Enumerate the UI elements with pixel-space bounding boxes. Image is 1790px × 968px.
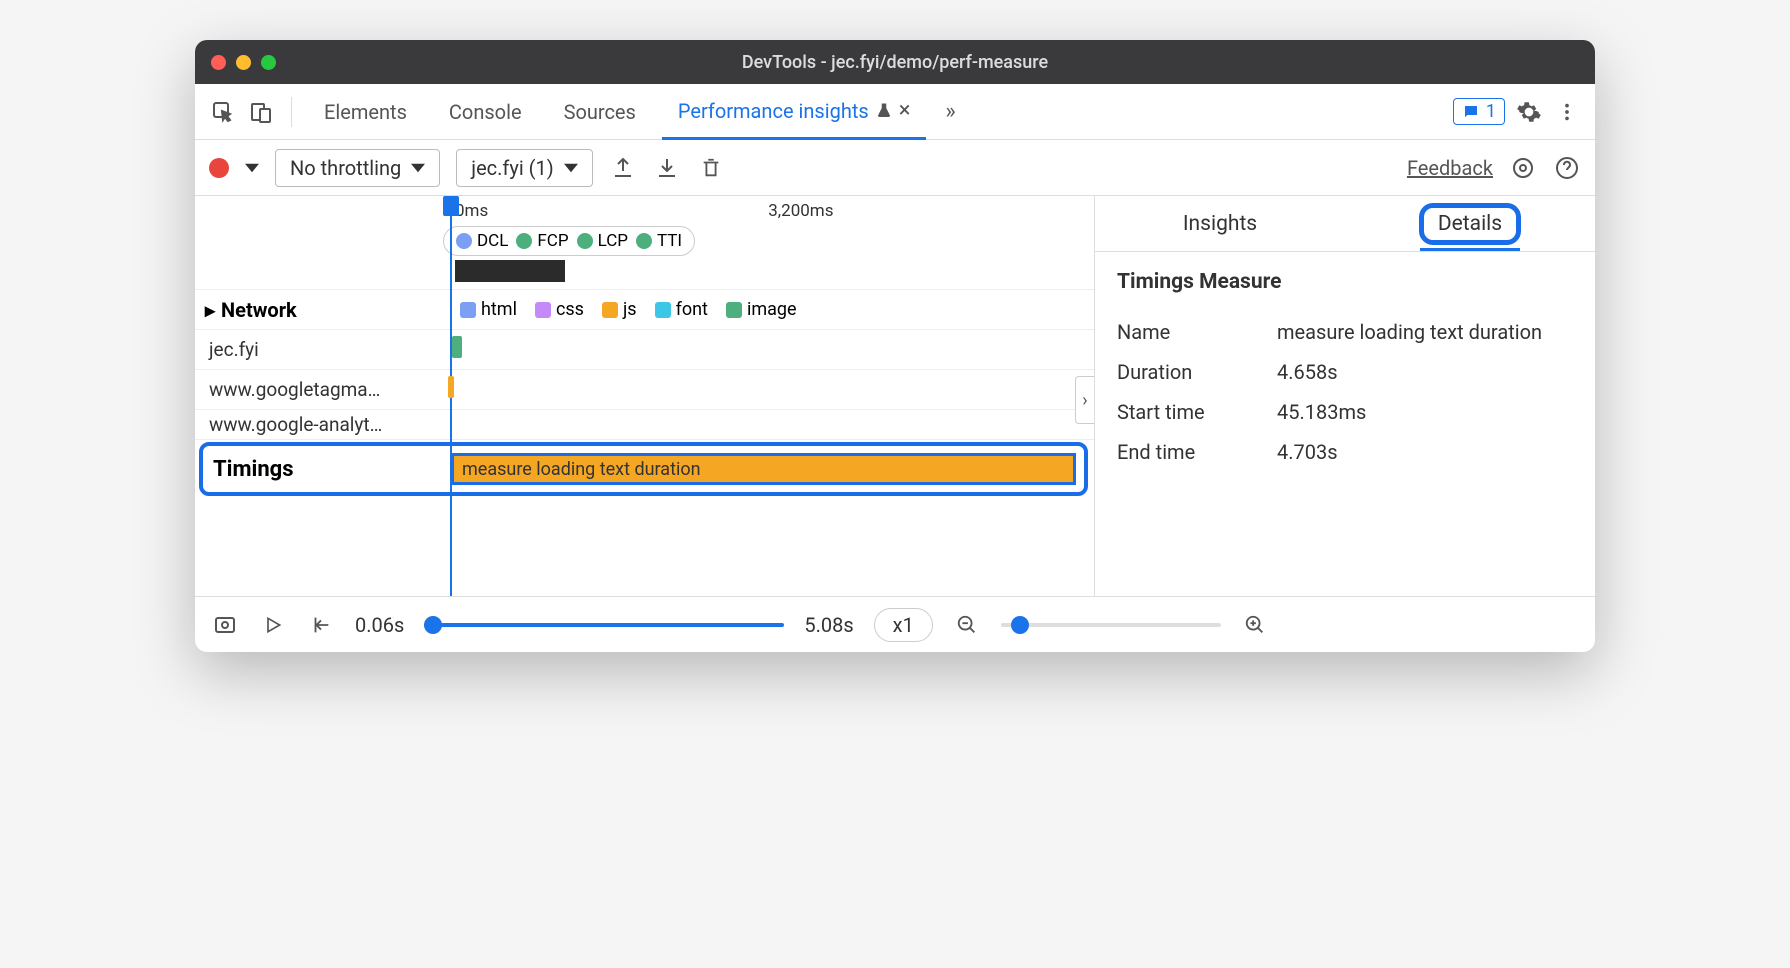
record-button[interactable]	[209, 158, 229, 178]
close-window-button[interactable]	[211, 55, 226, 70]
tab-sources[interactable]: Sources	[548, 84, 652, 140]
metrics-markers: DCL FCP LCP TTI	[443, 226, 695, 256]
timings-track[interactable]: Timings measure loading text duration	[199, 442, 1088, 496]
rewind-button[interactable]	[307, 611, 335, 639]
chevron-down-icon	[411, 161, 425, 175]
time-slider[interactable]	[424, 623, 784, 627]
main-toolbar: Elements Console Sources Performance ins…	[195, 84, 1595, 140]
flask-icon	[875, 102, 893, 120]
slider-thumb[interactable]	[424, 616, 442, 634]
close-tab-icon[interactable]: ×	[899, 98, 911, 123]
separator	[291, 97, 292, 127]
collapse-sidebar-button[interactable]: ›	[1075, 376, 1095, 424]
tab-insights[interactable]: Insights	[1095, 196, 1345, 251]
detail-row-end: End time 4.703s	[1117, 432, 1573, 472]
panel-settings-icon[interactable]	[1509, 154, 1537, 182]
minimize-window-button[interactable]	[236, 55, 251, 70]
playback-footer: 0.06s 5.08s x1	[195, 596, 1595, 652]
time-tick: 0ms	[455, 201, 488, 221]
time-tick: 3,200ms	[768, 201, 833, 221]
tab-performance-insights[interactable]: Performance insights ×	[662, 84, 927, 140]
zoom-slider[interactable]	[1001, 623, 1221, 627]
tab-elements[interactable]: Elements	[308, 84, 423, 140]
request-bar[interactable]	[448, 376, 454, 398]
details-tab-highlight: Details	[1419, 203, 1521, 245]
export-icon[interactable]	[609, 154, 637, 182]
thumbnail-row	[195, 260, 1094, 290]
issues-count: 1	[1486, 101, 1496, 122]
detail-row-name: Name measure loading text duration	[1117, 312, 1573, 352]
network-section-header[interactable]: ▸ Network	[205, 298, 297, 322]
screenshot-thumb	[455, 260, 565, 282]
slider-thumb[interactable]	[1011, 616, 1029, 634]
zoom-in-icon[interactable]	[1241, 611, 1269, 639]
legend-css: css	[535, 299, 584, 320]
host-label: jec.fyi	[203, 338, 448, 361]
time-ruler: 0ms 3,200ms	[195, 196, 1094, 226]
titlebar: DevTools - jec.fyi/demo/perf-measure	[195, 40, 1595, 84]
tab-details[interactable]: Details	[1345, 196, 1595, 251]
timings-section-header: Timings	[203, 457, 451, 482]
legend-js: js	[602, 299, 637, 320]
marker-fcp[interactable]: FCP	[516, 231, 568, 251]
record-options-caret[interactable]	[245, 161, 259, 175]
playback-speed[interactable]: x1	[874, 608, 933, 642]
play-button[interactable]	[259, 611, 287, 639]
kebab-menu-icon[interactable]	[1553, 98, 1581, 126]
details-panel: Insights Details Timings Measure Name me…	[1095, 196, 1595, 596]
legend-image: image	[726, 299, 797, 320]
more-tabs-icon[interactable]: »	[936, 98, 964, 126]
network-host-row[interactable]: www.googletagma…	[195, 370, 1094, 410]
host-label: www.google-analyt…	[203, 413, 448, 436]
inspect-element-icon[interactable]	[209, 98, 237, 126]
chevron-down-icon	[564, 161, 578, 175]
feedback-link[interactable]: Feedback	[1407, 156, 1493, 180]
window-title: DevTools - jec.fyi/demo/perf-measure	[742, 52, 1048, 73]
details-body: Timings Measure Name measure loading tex…	[1095, 252, 1595, 490]
detail-value: measure loading text duration	[1277, 320, 1542, 344]
detail-value: 45.183ms	[1277, 400, 1366, 424]
time-start-label: 0.06s	[355, 613, 404, 637]
time-end-label: 5.08s	[804, 613, 853, 637]
device-toolbar-icon[interactable]	[247, 98, 275, 126]
recording-value: jec.fyi (1)	[471, 156, 553, 180]
import-icon[interactable]	[653, 154, 681, 182]
detail-value: 4.658s	[1277, 360, 1338, 384]
traffic-lights	[211, 55, 276, 70]
main-area: 0ms 3,200ms DCL FCP LCP TTI ▸ Network ht…	[195, 196, 1595, 596]
network-host-row[interactable]: www.google-analyt…	[195, 410, 1094, 440]
marker-tti[interactable]: TTI	[636, 231, 682, 251]
marker-lcp[interactable]: LCP	[577, 231, 628, 251]
maximize-window-button[interactable]	[261, 55, 276, 70]
perf-toolbar: No throttling jec.fyi (1) Feedback	[195, 140, 1595, 196]
detail-value: 4.703s	[1277, 440, 1338, 464]
right-tabs: Insights Details	[1095, 196, 1595, 252]
zoom-out-icon[interactable]	[953, 611, 981, 639]
detail-row-start: Start time 45.183ms	[1117, 392, 1573, 432]
network-legend-row: ▸ Network html css js font image	[195, 290, 1094, 330]
timing-measure-bar[interactable]: measure loading text duration	[451, 453, 1076, 485]
details-section-title: Timings Measure	[1117, 270, 1573, 294]
issues-badge[interactable]: 1	[1453, 98, 1505, 125]
chat-icon	[1462, 103, 1480, 121]
throttling-value: No throttling	[290, 156, 401, 180]
detail-row-duration: Duration 4.658s	[1117, 352, 1573, 392]
tab-label: Performance insights	[678, 99, 869, 123]
legend-html: html	[460, 299, 517, 320]
legend-font: font	[655, 299, 708, 320]
timeline-panel[interactable]: 0ms 3,200ms DCL FCP LCP TTI ▸ Network ht…	[195, 196, 1095, 596]
marker-dcl[interactable]: DCL	[456, 231, 508, 251]
request-bar[interactable]	[452, 336, 462, 358]
recording-select[interactable]: jec.fyi (1)	[456, 149, 592, 187]
tab-console[interactable]: Console	[433, 84, 538, 140]
host-label: www.googletagma…	[203, 378, 448, 401]
help-icon[interactable]	[1553, 154, 1581, 182]
toggle-visibility-icon[interactable]	[211, 611, 239, 639]
settings-gear-icon[interactable]	[1515, 98, 1543, 126]
throttling-select[interactable]: No throttling	[275, 149, 440, 187]
delete-icon[interactable]	[697, 154, 725, 182]
network-host-row[interactable]: jec.fyi	[195, 330, 1094, 370]
devtools-window: DevTools - jec.fyi/demo/perf-measure Ele…	[195, 40, 1595, 652]
